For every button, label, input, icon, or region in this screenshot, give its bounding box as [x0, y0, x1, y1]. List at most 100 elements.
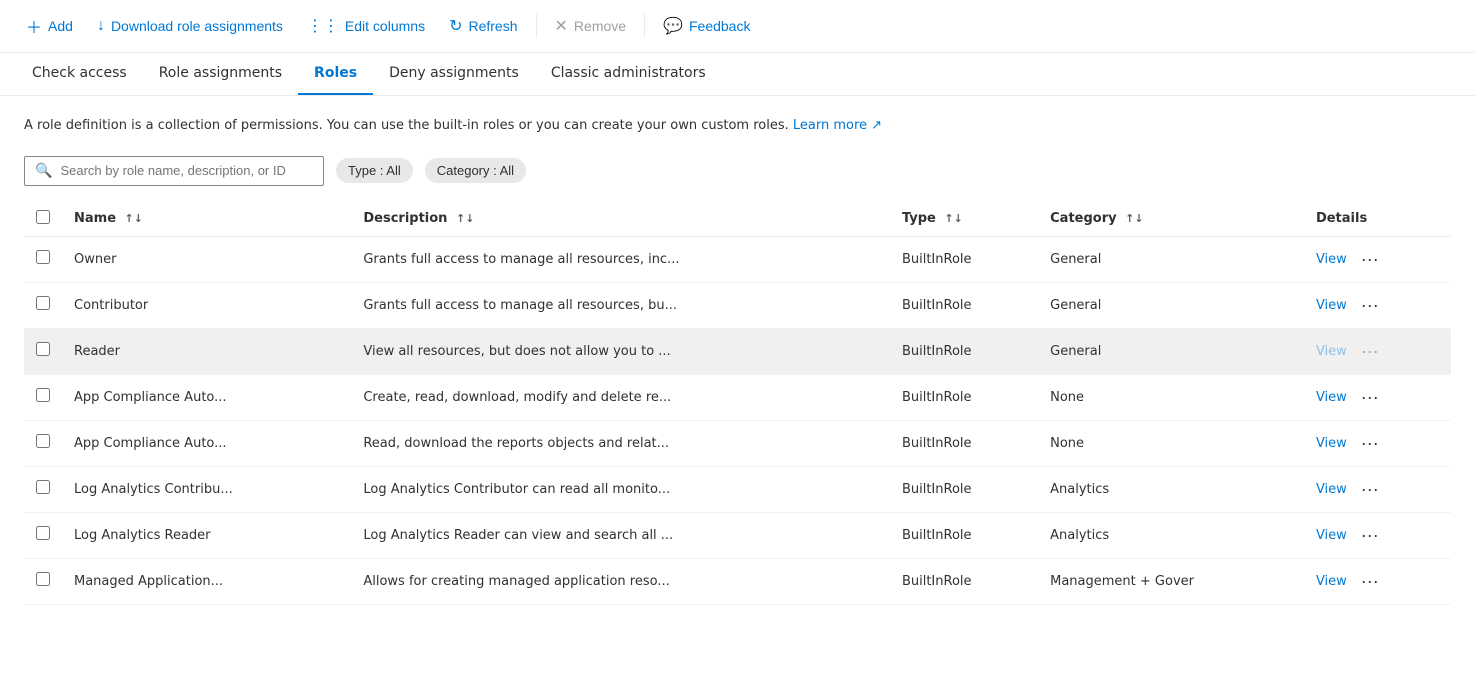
header-name: Name ↑↓ [62, 202, 351, 237]
header-category: Category ↑↓ [1038, 202, 1304, 237]
more-options-button[interactable]: ··· [1355, 339, 1385, 364]
edit-columns-label: Edit columns [345, 18, 425, 34]
row-category: None [1038, 420, 1304, 466]
download-button[interactable]: ↓ Download role assignments [87, 11, 293, 41]
row-name: Log Analytics Contribu... [62, 466, 351, 512]
refresh-icon: ↻ [449, 16, 462, 36]
more-options-button[interactable]: ··· [1355, 569, 1385, 594]
row-type: BuiltInRole [890, 374, 1038, 420]
name-sort-icon[interactable]: ↑↓ [125, 212, 143, 225]
row-name: Managed Application... [62, 558, 351, 604]
tabs: Check access Role assignments Roles Deny… [0, 53, 1475, 96]
add-button[interactable]: ＋ Add [16, 8, 83, 44]
view-link[interactable]: View [1316, 436, 1347, 451]
learn-more-link[interactable]: Learn more ↗ [793, 118, 882, 133]
view-link[interactable]: View [1316, 482, 1347, 497]
feedback-label: Feedback [689, 18, 750, 34]
row-details: View ··· [1304, 558, 1451, 604]
view-link[interactable]: View [1316, 344, 1347, 359]
row-type: BuiltInRole [890, 236, 1038, 282]
row-category: None [1038, 374, 1304, 420]
refresh-label: Refresh [468, 18, 517, 34]
feedback-button[interactable]: 💬 Feedback [653, 10, 760, 42]
table-row: ReaderView all resources, but does not a… [24, 328, 1451, 374]
tab-check-access[interactable]: Check access [16, 53, 143, 95]
roles-table: Name ↑↓ Description ↑↓ Type ↑↓ Category … [24, 202, 1451, 605]
row-checkbox[interactable] [36, 388, 50, 402]
tab-role-assignments[interactable]: Role assignments [143, 53, 298, 95]
search-box: 🔍 [24, 156, 324, 186]
row-type: BuiltInRole [890, 558, 1038, 604]
tab-roles[interactable]: Roles [298, 53, 373, 95]
row-type: BuiltInRole [890, 512, 1038, 558]
row-category: General [1038, 328, 1304, 374]
row-name: App Compliance Auto... [62, 374, 351, 420]
download-icon: ↓ [97, 17, 105, 35]
row-checkbox[interactable] [36, 480, 50, 494]
row-name: Log Analytics Reader [62, 512, 351, 558]
row-category: Analytics [1038, 466, 1304, 512]
row-type: BuiltInRole [890, 466, 1038, 512]
row-details: View ··· [1304, 466, 1451, 512]
view-link[interactable]: View [1316, 252, 1347, 267]
more-options-button[interactable]: ··· [1355, 293, 1385, 318]
table-row: OwnerGrants full access to manage all re… [24, 236, 1451, 282]
category-filter-chip[interactable]: Category : All [425, 158, 526, 183]
remove-label: Remove [574, 18, 626, 34]
row-checkbox-cell [24, 420, 62, 466]
row-checkbox[interactable] [36, 526, 50, 540]
row-details: View ··· [1304, 374, 1451, 420]
type-filter-chip[interactable]: Type : All [336, 158, 413, 183]
header-type: Type ↑↓ [890, 202, 1038, 237]
row-details: View ··· [1304, 282, 1451, 328]
separator-1 [536, 14, 537, 38]
filters-row: 🔍 Type : All Category : All [24, 156, 1451, 186]
refresh-button[interactable]: ↻ Refresh [439, 10, 527, 42]
table-row: App Compliance Auto...Create, read, down… [24, 374, 1451, 420]
remove-button[interactable]: ✕ Remove [545, 10, 637, 42]
row-checkbox[interactable] [36, 434, 50, 448]
description-sort-icon[interactable]: ↑↓ [456, 212, 474, 225]
row-checkbox[interactable] [36, 342, 50, 356]
row-type: BuiltInRole [890, 282, 1038, 328]
more-options-button[interactable]: ··· [1355, 385, 1385, 410]
row-details: View ··· [1304, 512, 1451, 558]
view-link[interactable]: View [1316, 298, 1347, 313]
row-checkbox[interactable] [36, 572, 50, 586]
table-row: App Compliance Auto...Read, download the… [24, 420, 1451, 466]
view-link[interactable]: View [1316, 390, 1347, 405]
more-options-button[interactable]: ··· [1355, 247, 1385, 272]
content-area: A role definition is a collection of per… [0, 96, 1475, 625]
row-checkbox-cell [24, 374, 62, 420]
view-link[interactable]: View [1316, 528, 1347, 543]
row-name: App Compliance Auto... [62, 420, 351, 466]
row-checkbox-cell [24, 558, 62, 604]
row-checkbox-cell [24, 236, 62, 282]
more-options-button[interactable]: ··· [1355, 523, 1385, 548]
type-sort-icon[interactable]: ↑↓ [944, 212, 962, 225]
row-description: Grants full access to manage all resourc… [351, 282, 890, 328]
row-description: View all resources, but does not allow y… [351, 328, 890, 374]
tab-deny-assignments[interactable]: Deny assignments [373, 53, 535, 95]
table-row: ContributorGrants full access to manage … [24, 282, 1451, 328]
add-icon: ＋ [26, 14, 42, 38]
row-description: Log Analytics Reader can view and search… [351, 512, 890, 558]
more-options-button[interactable]: ··· [1355, 431, 1385, 456]
row-checkbox[interactable] [36, 250, 50, 264]
row-type: BuiltInRole [890, 420, 1038, 466]
more-options-button[interactable]: ··· [1355, 477, 1385, 502]
category-sort-icon[interactable]: ↑↓ [1125, 212, 1143, 225]
row-checkbox[interactable] [36, 296, 50, 310]
row-checkbox-cell [24, 512, 62, 558]
row-details: View ··· [1304, 328, 1451, 374]
remove-icon: ✕ [555, 16, 568, 36]
select-all-checkbox[interactable] [36, 210, 50, 224]
view-link[interactable]: View [1316, 574, 1347, 589]
row-name: Contributor [62, 282, 351, 328]
row-details: View ··· [1304, 236, 1451, 282]
description-text: A role definition is a collection of per… [24, 116, 1451, 136]
search-input[interactable] [60, 163, 313, 178]
edit-columns-button[interactable]: ⋮⋮ Edit columns [297, 10, 435, 42]
tab-classic-administrators[interactable]: Classic administrators [535, 53, 722, 95]
table-row: Log Analytics ReaderLog Analytics Reader… [24, 512, 1451, 558]
